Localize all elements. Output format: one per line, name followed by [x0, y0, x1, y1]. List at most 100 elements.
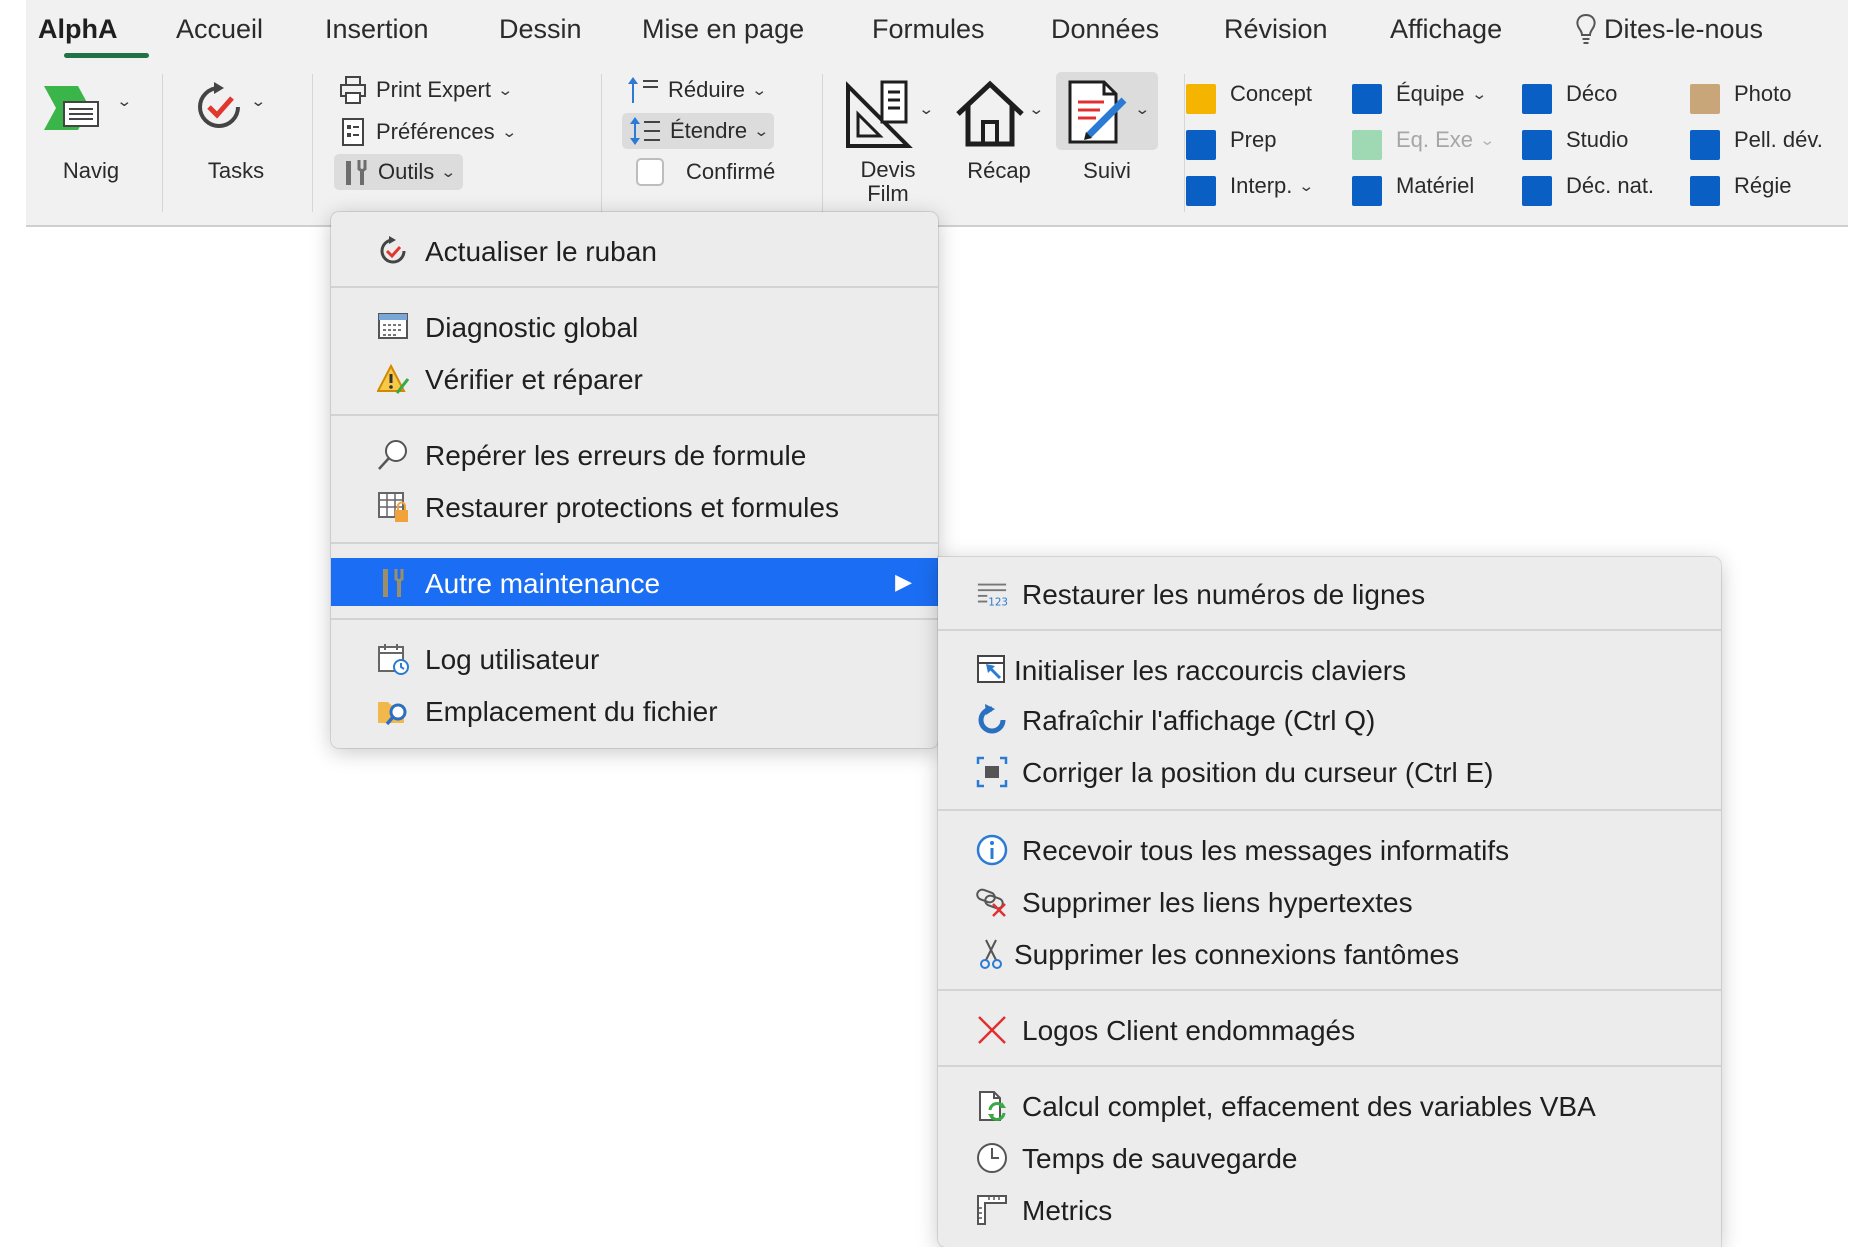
preferences-button[interactable]: Préférences ⌄	[338, 114, 517, 150]
submenu-item-rafraichir-affichage[interactable]: Rafraîchir l'affichage (Ctrl Q)	[938, 695, 1721, 743]
materiel-swatch[interactable]	[1352, 176, 1382, 206]
clock-icon	[977, 1143, 1007, 1173]
pell-dev-button[interactable]: Pell. dév.	[1734, 127, 1823, 153]
diagnostic-icon	[378, 313, 408, 339]
chevron-down-icon[interactable]: ⌄	[1028, 100, 1044, 118]
chevron-down-icon[interactable]: ⌄	[918, 100, 934, 118]
tab-accueil[interactable]: Accueil	[176, 14, 263, 45]
tab-affichage[interactable]: Affichage	[1390, 14, 1502, 45]
ribbon-divider	[601, 74, 602, 212]
menu-item-emplacement-fichier[interactable]: Emplacement du fichier	[331, 686, 938, 734]
print-expert-label: Print Expert	[376, 77, 491, 102]
tab-formules[interactable]: Formules	[872, 14, 985, 45]
house-icon[interactable]	[954, 78, 1026, 150]
chevron-down-icon[interactable]: ⌄	[250, 92, 266, 110]
outils-button[interactable]: Outils ⌄	[334, 154, 463, 190]
ribbon-divider	[822, 74, 823, 212]
studio-swatch[interactable]	[1522, 130, 1552, 160]
tab-insertion[interactable]: Insertion	[325, 14, 429, 45]
dec-nat-swatch[interactable]	[1522, 176, 1552, 206]
shortcut-icon	[977, 655, 1005, 683]
concept-swatch[interactable]	[1186, 84, 1216, 114]
tasks-icon[interactable]	[192, 80, 246, 134]
menu-item-label: Vérifier et réparer	[425, 364, 643, 395]
menu-item-actualiser-ruban[interactable]: Actualiser le ruban	[331, 226, 938, 274]
menu-item-restaurer-protections[interactable]: Restaurer protections et formules	[331, 482, 938, 530]
tab-revision[interactable]: Révision	[1224, 14, 1328, 45]
tab-mise-en-page[interactable]: Mise en page	[642, 14, 804, 45]
equipe-swatch[interactable]	[1352, 84, 1382, 114]
deco-swatch[interactable]	[1522, 84, 1552, 114]
recap-button-label[interactable]: Récap	[944, 158, 1054, 184]
navig-button-label[interactable]: Navig	[46, 158, 136, 184]
prep-swatch[interactable]	[1186, 130, 1216, 160]
deco-button[interactable]: Déco	[1566, 81, 1617, 107]
submenu-item-logos-client[interactable]: Logos Client endommagés	[938, 1005, 1721, 1053]
tools-icon	[346, 160, 367, 185]
concept-button[interactable]: Concept	[1230, 81, 1312, 107]
chevron-down-icon[interactable]: ⌄	[116, 92, 132, 110]
submenu-item-label: Rafraîchir l'affichage (Ctrl Q)	[1022, 705, 1376, 736]
menu-item-verifier-reparer[interactable]: Vérifier et réparer	[331, 354, 938, 402]
regie-button[interactable]: Régie	[1734, 173, 1791, 199]
devis-film-label-line1: Devis	[860, 157, 916, 182]
submenu-item-temps-sauvegarde[interactable]: Temps de sauvegarde	[938, 1133, 1721, 1181]
interp-swatch[interactable]	[1186, 176, 1216, 206]
document-pencil-icon[interactable]	[1066, 78, 1132, 146]
checkbox-box[interactable]	[636, 158, 664, 186]
navig-icon[interactable]	[42, 82, 104, 134]
devis-film-button-label[interactable]: Devis Film	[838, 158, 938, 206]
menu-item-log-utilisateur[interactable]: Log utilisateur	[331, 634, 938, 682]
submenu-item-label: Calcul complet, effacement des variables…	[1022, 1091, 1596, 1122]
suivi-button-label[interactable]: Suivi	[1054, 158, 1160, 184]
tab-donnees[interactable]: Données	[1051, 14, 1159, 45]
confirme-checkbox[interactable]: Confirmé	[636, 154, 775, 190]
submenu-item-label: Restaurer les numéros de lignes	[1022, 579, 1426, 610]
devis-film-label-line2: Film	[867, 181, 909, 206]
photo-button[interactable]: Photo	[1734, 81, 1792, 107]
print-expert-button[interactable]: Print Expert ⌄	[338, 72, 513, 108]
menu-item-reperer-erreurs[interactable]: Repérer les erreurs de formule	[331, 430, 938, 478]
submenu-item-raccourcis[interactable]: Initialiser les raccourcis claviers	[938, 645, 1721, 693]
submenu-item-corriger-curseur[interactable]: Corriger la position du curseur (Ctrl E)	[938, 747, 1721, 795]
menu-item-label: Actualiser le ruban	[425, 236, 657, 267]
chevron-down-icon[interactable]: ⌄	[1134, 100, 1150, 118]
regie-swatch[interactable]	[1690, 176, 1720, 206]
tab-dessin[interactable]: Dessin	[499, 14, 582, 45]
menu-item-diagnostic-global[interactable]: Diagnostic global	[331, 302, 938, 350]
submenu-item-restaurer-numeros[interactable]: 123 Restaurer les numéros de lignes	[938, 569, 1721, 617]
refresh-check-icon	[380, 236, 406, 264]
reduire-button[interactable]: Réduire ⌄	[626, 72, 768, 108]
submenu-item-metrics[interactable]: Metrics	[938, 1185, 1721, 1233]
tab-alpha[interactable]: AlphA	[38, 14, 117, 45]
equipe-button[interactable]: Équipe ⌄	[1396, 81, 1487, 107]
ribbon: ⌄ Navig ⌄ Tasks Print Expert ⌄ Préférenc…	[26, 62, 1848, 227]
tell-me-search[interactable]: Dites-le-nous	[1604, 14, 1763, 45]
etendre-button[interactable]: Étendre ⌄	[622, 113, 774, 149]
submenu-item-calcul-complet[interactable]: Calcul complet, effacement des variables…	[938, 1081, 1721, 1129]
photo-swatch[interactable]	[1690, 84, 1720, 114]
prep-button[interactable]: Prep	[1230, 127, 1276, 153]
dec-nat-label: Déc. nat.	[1566, 173, 1655, 198]
tasks-button-label[interactable]: Tasks	[181, 158, 291, 184]
eq-exe-label: Eq. Exe	[1396, 127, 1474, 152]
submenu-item-label: Supprimer les connexions fantômes	[1014, 939, 1460, 970]
materiel-button[interactable]: Matériel	[1396, 173, 1474, 199]
submenu-item-supprimer-liens[interactable]: Supprimer les liens hypertextes	[938, 877, 1721, 925]
menu-item-autre-maintenance[interactable]: Autre maintenance ▶	[331, 558, 938, 606]
set-square-icon[interactable]	[844, 78, 916, 150]
menu-separator	[331, 286, 938, 288]
svg-text:123: 123	[988, 596, 1008, 608]
outils-label: Outils	[378, 159, 435, 184]
pell-dev-swatch[interactable]	[1690, 130, 1720, 160]
lightbulb-icon[interactable]	[1574, 12, 1598, 46]
equipe-label: Équipe	[1396, 81, 1465, 106]
dec-nat-button[interactable]: Déc. nat.	[1566, 173, 1654, 199]
submenu-item-supprimer-connexions[interactable]: Supprimer les connexions fantômes	[938, 929, 1721, 977]
submenu-item-messages-informatifs[interactable]: Recevoir tous les messages informatifs	[938, 825, 1721, 873]
interp-button[interactable]: Interp. ⌄	[1230, 173, 1315, 199]
studio-button[interactable]: Studio	[1566, 127, 1628, 153]
expand-rows-icon	[630, 117, 660, 145]
preferences-icon	[342, 118, 364, 146]
submenu-item-label: Supprimer les liens hypertextes	[1022, 887, 1413, 918]
